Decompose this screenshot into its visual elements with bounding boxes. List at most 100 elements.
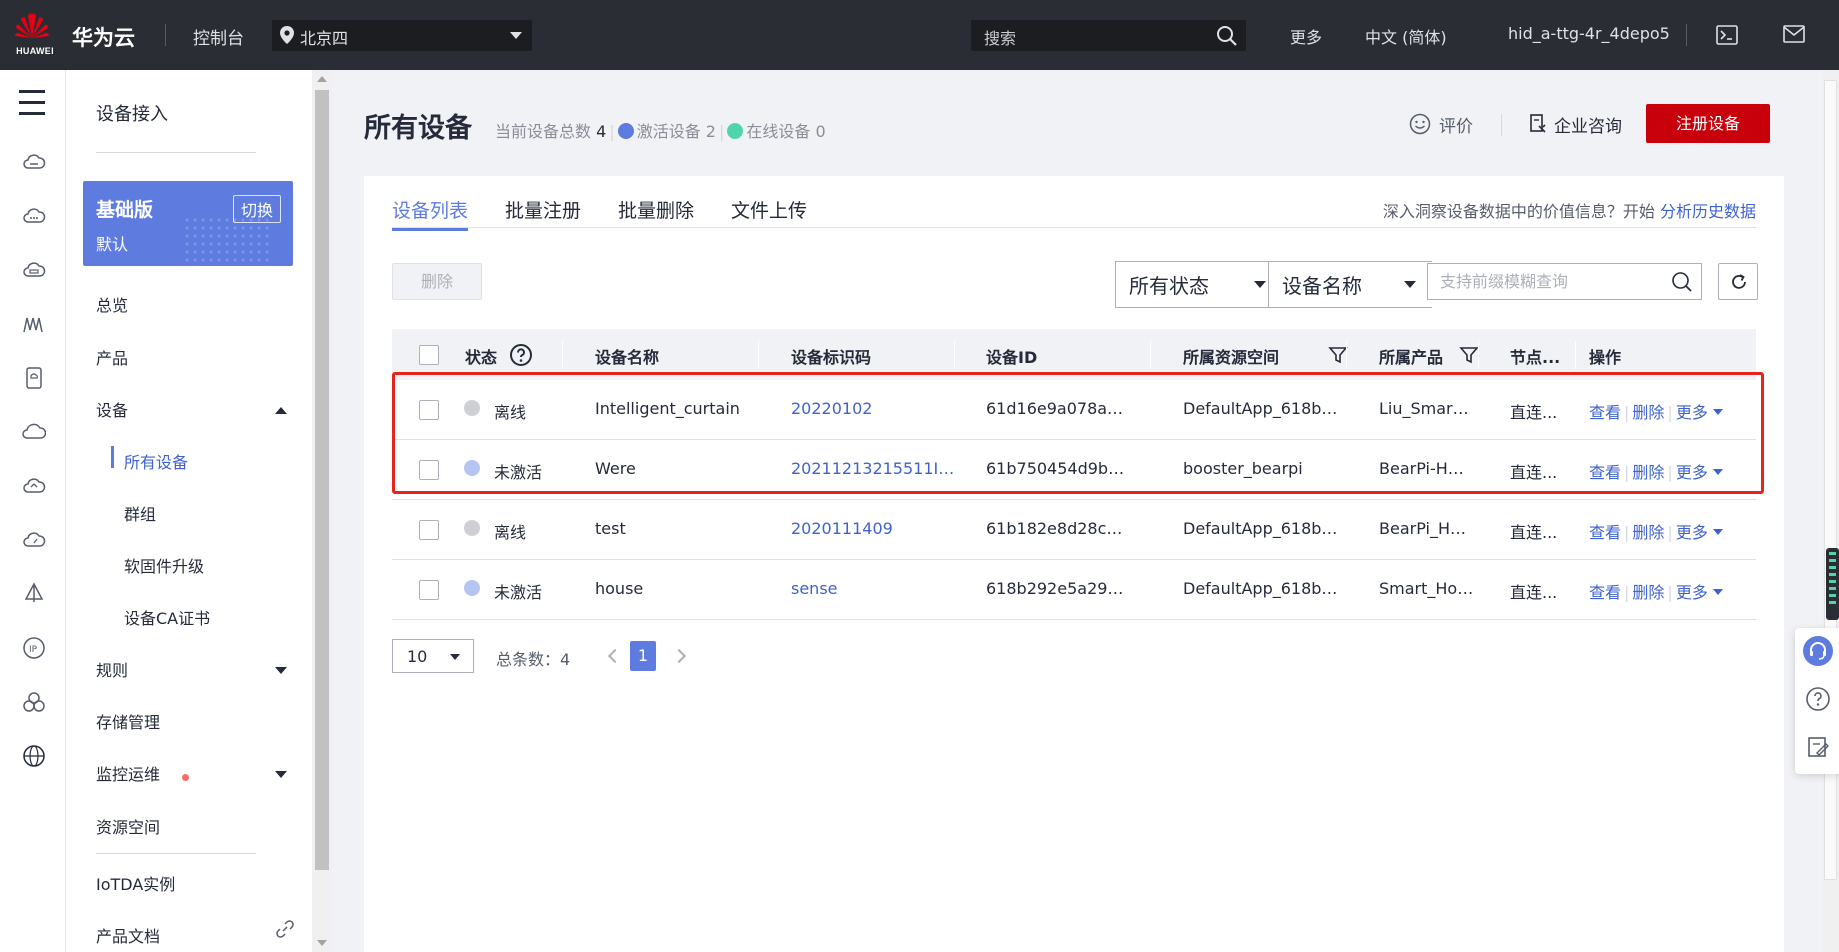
register-device-button[interactable]: 注册设备 (1646, 104, 1770, 143)
document-consult-icon[interactable] (1529, 114, 1547, 134)
analyze-history-link[interactable]: 分析历史数据 (1660, 202, 1756, 221)
switch-edition-button[interactable]: 切换 (232, 195, 281, 223)
row-checkbox[interactable] (419, 400, 439, 420)
chevron-down-icon[interactable] (275, 667, 287, 674)
cloud-monitor-icon[interactable] (22, 528, 46, 552)
huawei-logo[interactable]: HUAWEI (14, 12, 56, 58)
side-widget-handle[interactable] (1826, 548, 1839, 620)
cloud-server-icon[interactable] (22, 150, 46, 174)
help-icon[interactable] (1803, 684, 1833, 714)
device-identifier-link[interactable]: sense (791, 579, 946, 598)
cloud-icon[interactable] (22, 420, 46, 444)
device-identifier-link[interactable]: 20211213215511IU3... (791, 459, 961, 478)
delete-link[interactable]: 删除 (1632, 463, 1664, 482)
page-size-select[interactable]: 10 (392, 639, 474, 673)
view-link[interactable]: 查看 (1589, 403, 1621, 422)
refresh-button[interactable] (1718, 263, 1758, 300)
delete-link[interactable]: 删除 (1632, 583, 1664, 602)
view-link[interactable]: 查看 (1589, 523, 1621, 542)
table-row[interactable]: 离线 test 2020111409 61b182e8d28ce... Defa… (392, 500, 1756, 560)
sidebar-item-ca-cert[interactable]: 设备CA证书 (124, 605, 210, 629)
sidebar-item-iotda-instance[interactable]: IoTDA实例 (96, 871, 175, 895)
sidebar-item-rules[interactable]: 规则 (96, 657, 128, 681)
rate-button[interactable]: 评价 (1439, 112, 1473, 137)
sidebar-item-all-devices[interactable]: 所有设备 (124, 449, 188, 473)
sidebar-item-firmware[interactable]: 软固件升级 (124, 553, 204, 577)
sidebar-item-storage[interactable]: 存储管理 (96, 709, 160, 733)
tab-device-list[interactable]: 设备列表 (392, 196, 469, 231)
chevron-down-icon[interactable] (1712, 469, 1723, 475)
tab-batch-delete[interactable]: 批量删除 (618, 196, 694, 228)
status-filter-select[interactable]: 所有状态 (1115, 261, 1279, 308)
smile-icon[interactable] (1409, 113, 1431, 135)
more-menu[interactable]: 更多 (1290, 24, 1322, 48)
table-row[interactable]: 未激活 house sense 618b292e5a290... Default… (392, 560, 1756, 620)
sidebar-item-devices[interactable]: 设备 (96, 397, 128, 421)
external-link-icon[interactable] (276, 920, 294, 938)
search-icon[interactable] (1216, 25, 1238, 47)
row-checkbox[interactable] (419, 580, 439, 600)
customer-service-icon[interactable] (1803, 636, 1833, 666)
search-icon[interactable] (1671, 271, 1693, 293)
terminal-icon[interactable] (1716, 25, 1738, 45)
table-row[interactable]: 离线 Intelligent_curtain 20220102 61d16e9a… (392, 372, 1764, 494)
scroll-down-arrow-icon[interactable] (317, 940, 327, 946)
sail-icon[interactable] (22, 582, 46, 606)
user-account[interactable]: hid_a-ttg-4r_4depo5 (1508, 24, 1670, 43)
scrollbar-thumb[interactable] (315, 90, 329, 870)
sidebar-item-resource-space[interactable]: 资源空间 (96, 814, 160, 838)
field-filter-select[interactable]: 设备名称 (1268, 261, 1432, 308)
language-selector[interactable]: 中文 (简体) (1365, 24, 1447, 48)
more-actions-link[interactable]: 更多 (1676, 403, 1708, 422)
sidebar-item-overview[interactable]: 总览 (96, 292, 128, 316)
filter-icon[interactable] (1328, 345, 1348, 365)
more-actions-link[interactable]: 更多 (1676, 523, 1708, 542)
page-scrollbar[interactable] (1822, 70, 1839, 952)
scroll-up-arrow-icon[interactable] (317, 76, 327, 82)
hamburger-menu-icon[interactable] (19, 90, 45, 123)
delete-link[interactable]: 删除 (1632, 403, 1664, 422)
cluster-icon[interactable] (22, 690, 46, 714)
page-number-current[interactable]: 1 (630, 641, 656, 671)
feedback-edit-icon[interactable] (1803, 732, 1833, 762)
view-link[interactable]: 查看 (1589, 463, 1621, 482)
cloud-more-icon[interactable] (22, 204, 46, 228)
sidebar-item-product-docs[interactable]: 产品文档 (96, 923, 160, 947)
more-actions-link[interactable]: 更多 (1676, 463, 1708, 482)
sidebar-item-groups[interactable]: 群组 (124, 501, 156, 525)
device-identifier-link[interactable]: 20220102 (791, 399, 946, 418)
device-search[interactable] (1427, 263, 1702, 300)
ip-icon[interactable]: IP (22, 636, 46, 660)
globe-icon[interactable] (22, 744, 46, 768)
row-checkbox[interactable] (419, 520, 439, 540)
global-search[interactable]: 搜索 (971, 20, 1246, 51)
more-actions-link[interactable]: 更多 (1676, 583, 1708, 602)
chevron-left-icon[interactable] (607, 648, 623, 664)
consult-button[interactable]: 企业咨询 (1554, 112, 1622, 137)
cloud-upload-icon[interactable] (22, 474, 46, 498)
table-row[interactable]: 未激活 Were 20211213215511IU3... 61b750454d… (392, 440, 1756, 500)
cloud-storage-icon[interactable] (22, 258, 46, 282)
sidebar-scrollbar[interactable] (312, 70, 332, 952)
sidebar-item-products[interactable]: 产品 (96, 345, 128, 369)
help-icon[interactable] (509, 343, 533, 367)
device-search-input[interactable] (1428, 264, 1658, 299)
chevron-down-icon[interactable] (1712, 529, 1723, 535)
chevron-down-icon[interactable] (1712, 589, 1723, 595)
tab-batch-register[interactable]: 批量注册 (505, 196, 581, 228)
tab-file-upload[interactable]: 文件上传 (731, 196, 807, 228)
delete-button[interactable]: 删除 (392, 263, 482, 300)
device-icon[interactable] (22, 366, 46, 390)
select-all-checkbox[interactable] (419, 345, 439, 365)
filter-icon[interactable] (1459, 345, 1479, 365)
chevron-down-icon[interactable] (275, 771, 287, 778)
region-selector[interactable]: 北京四 (272, 20, 532, 51)
row-checkbox[interactable] (419, 460, 439, 480)
brand-title[interactable]: 华为云 (72, 22, 135, 52)
delete-link[interactable]: 删除 (1632, 523, 1664, 542)
sidebar-item-monitoring[interactable]: 监控运维 (96, 761, 160, 785)
chevron-right-icon[interactable] (671, 648, 687, 664)
chevron-down-icon[interactable] (1712, 409, 1723, 415)
waveform-icon[interactable] (22, 312, 46, 336)
console-link[interactable]: 控制台 (193, 24, 244, 49)
